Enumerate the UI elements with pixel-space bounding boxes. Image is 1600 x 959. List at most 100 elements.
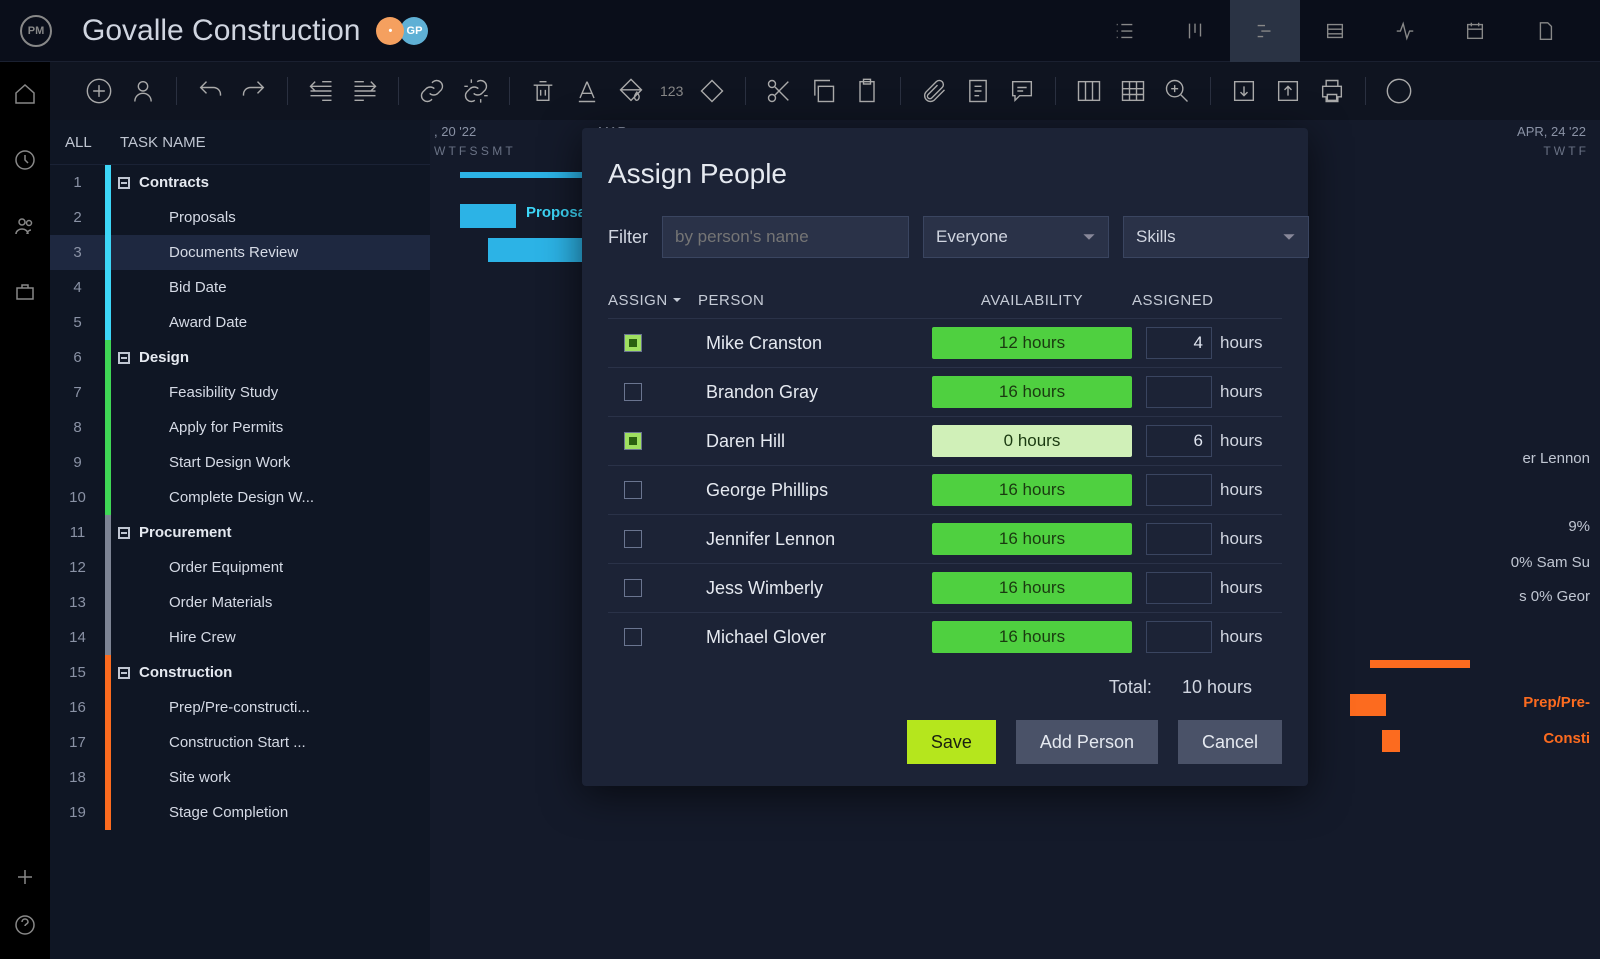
hours-input[interactable] — [1146, 425, 1212, 457]
add-person-button[interactable]: Add Person — [1016, 720, 1158, 764]
task-row[interactable]: 5Award Date — [50, 305, 430, 340]
assign-checkbox[interactable] — [624, 334, 642, 352]
hours-input[interactable] — [1146, 621, 1212, 653]
view-sheet-icon[interactable] — [1300, 0, 1370, 62]
more-icon[interactable] — [1380, 72, 1418, 110]
separator — [398, 77, 399, 105]
hours-label: hours — [1220, 431, 1263, 451]
paste-icon[interactable] — [848, 72, 886, 110]
assign-checkbox[interactable] — [624, 530, 642, 548]
nav-clock-icon[interactable] — [11, 146, 39, 174]
task-row[interactable]: 13Order Materials — [50, 585, 430, 620]
filter-input[interactable] — [662, 216, 909, 258]
col-all[interactable]: ALL — [65, 134, 120, 151]
attach-icon[interactable] — [915, 72, 953, 110]
task-row[interactable]: 6Design — [50, 340, 430, 375]
task-row[interactable]: 10Complete Design W... — [50, 480, 430, 515]
unlink-icon[interactable] — [457, 72, 495, 110]
task-row[interactable]: 17Construction Start ... — [50, 725, 430, 760]
redo-icon[interactable] — [235, 72, 273, 110]
col-assigned[interactable]: ASSIGNED — [1132, 292, 1282, 309]
outdent-icon[interactable] — [302, 72, 340, 110]
assign-checkbox[interactable] — [624, 579, 642, 597]
save-button[interactable]: Save — [907, 720, 996, 764]
hours-input[interactable] — [1146, 474, 1212, 506]
task-row[interactable]: 1Contracts — [50, 165, 430, 200]
zoom-icon[interactable] — [1158, 72, 1196, 110]
task-name: Order Equipment — [139, 559, 283, 576]
trash-icon[interactable] — [524, 72, 562, 110]
gantt-bar-const-start[interactable] — [1382, 730, 1400, 752]
task-row[interactable]: 8Apply for Permits — [50, 410, 430, 445]
col-availability[interactable]: AVAILABILITY — [932, 292, 1132, 309]
nav-people-icon[interactable] — [11, 212, 39, 240]
view-board-icon[interactable] — [1160, 0, 1230, 62]
print-icon[interactable] — [1313, 72, 1351, 110]
gantt-bar-prep[interactable] — [1350, 694, 1386, 716]
task-row[interactable]: 19Stage Completion — [50, 795, 430, 830]
nav-briefcase-icon[interactable] — [11, 278, 39, 306]
view-gantt-icon[interactable] — [1230, 0, 1300, 62]
nav-home-icon[interactable] — [11, 80, 39, 108]
task-row[interactable]: 16Prep/Pre-constructi... — [50, 690, 430, 725]
task-row[interactable]: 15Construction — [50, 655, 430, 690]
hours-input[interactable] — [1146, 376, 1212, 408]
gantt-label-const: Consti — [1543, 730, 1590, 747]
hours-input[interactable] — [1146, 572, 1212, 604]
undo-icon[interactable] — [191, 72, 229, 110]
view-calendar-icon[interactable] — [1440, 0, 1510, 62]
indent-icon[interactable] — [346, 72, 384, 110]
paint-icon[interactable] — [612, 72, 650, 110]
expand-icon[interactable] — [115, 664, 133, 682]
nav-help-icon[interactable] — [11, 911, 39, 939]
expand-icon[interactable] — [115, 174, 133, 192]
task-name: Procurement — [139, 524, 232, 541]
view-file-icon[interactable] — [1510, 0, 1580, 62]
import-icon[interactable] — [1225, 72, 1263, 110]
gantt-bar-construction[interactable] — [1370, 660, 1470, 668]
person-icon[interactable] — [124, 72, 162, 110]
grid-icon[interactable] — [1114, 72, 1152, 110]
task-row[interactable]: 11Procurement — [50, 515, 430, 550]
task-row[interactable]: 3Documents Review — [50, 235, 430, 270]
link-icon[interactable] — [413, 72, 451, 110]
assign-checkbox[interactable] — [624, 432, 642, 450]
cut-icon[interactable] — [760, 72, 798, 110]
assign-checkbox[interactable] — [624, 481, 642, 499]
diamond-icon[interactable] — [693, 72, 731, 110]
col-assign[interactable]: ASSIGN — [608, 292, 698, 309]
task-row[interactable]: 18Site work — [50, 760, 430, 795]
gantt-label-prep: Prep/Pre- — [1523, 694, 1590, 711]
hours-input[interactable] — [1146, 523, 1212, 555]
columns-icon[interactable] — [1070, 72, 1108, 110]
notes-icon[interactable] — [959, 72, 997, 110]
copy-icon[interactable] — [804, 72, 842, 110]
expand-icon[interactable] — [115, 349, 133, 367]
export-icon[interactable] — [1269, 72, 1307, 110]
task-row[interactable]: 12Order Equipment — [50, 550, 430, 585]
avatar-2[interactable]: GP — [400, 17, 428, 45]
expand-icon[interactable] — [115, 524, 133, 542]
assign-checkbox[interactable] — [624, 383, 642, 401]
task-row[interactable]: 14Hire Crew — [50, 620, 430, 655]
nav-add-icon[interactable] — [11, 863, 39, 891]
task-row[interactable]: 2Proposals — [50, 200, 430, 235]
gantt-bar-proposals[interactable] — [460, 204, 516, 228]
assign-checkbox[interactable] — [624, 628, 642, 646]
view-activity-icon[interactable] — [1370, 0, 1440, 62]
add-circle-icon[interactable] — [80, 72, 118, 110]
task-row[interactable]: 7Feasibility Study — [50, 375, 430, 410]
view-list-icon[interactable] — [1090, 0, 1160, 62]
col-name[interactable]: TASK NAME — [120, 134, 206, 151]
filter-skills-select[interactable]: Skills — [1123, 216, 1309, 258]
cancel-button[interactable]: Cancel — [1178, 720, 1282, 764]
text-style-icon[interactable] — [568, 72, 606, 110]
task-row[interactable]: 4Bid Date — [50, 270, 430, 305]
filter-everyone-select[interactable]: Everyone — [923, 216, 1109, 258]
app-logo[interactable]: PM — [20, 15, 52, 47]
comment-icon[interactable] — [1003, 72, 1041, 110]
hours-input[interactable] — [1146, 327, 1212, 359]
task-row[interactable]: 9Start Design Work — [50, 445, 430, 480]
avatar-1[interactable]: • — [376, 17, 404, 45]
col-person[interactable]: PERSON — [698, 292, 932, 309]
